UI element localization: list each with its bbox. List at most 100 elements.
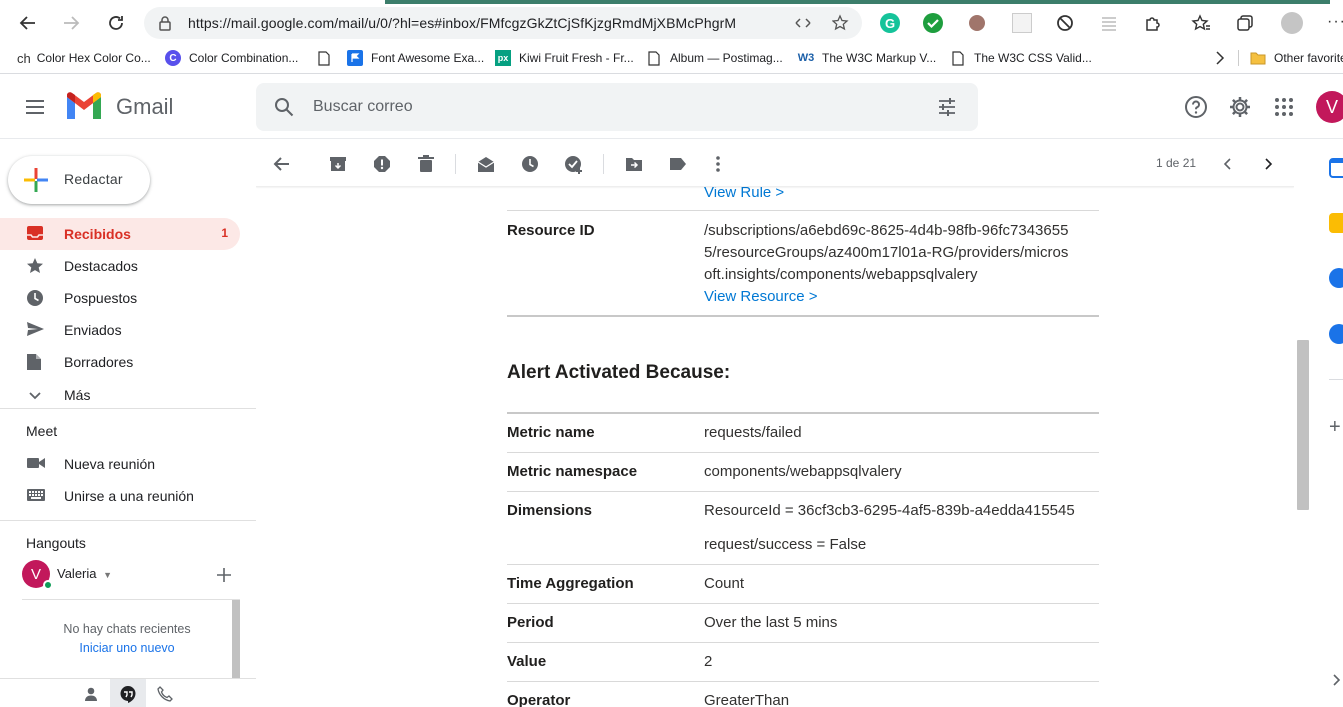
placeholder-extension-icon[interactable]	[1012, 13, 1032, 33]
side-panel-divider	[1329, 379, 1343, 380]
no-chats-text: No hay chats recientes	[63, 622, 191, 636]
meet-join-meeting[interactable]: Unirse a una reunión	[0, 480, 240, 512]
nav-item-drafts[interactable]: Borradores	[0, 346, 240, 378]
gmail-header: Gmail Buscar correo V	[0, 75, 1343, 139]
meet-new-meeting[interactable]: Nueva reunión	[0, 448, 240, 480]
gmail-wordmark[interactable]: Gmail	[116, 94, 173, 120]
profile-icon[interactable]	[1281, 12, 1303, 34]
snooze-clock-icon[interactable]	[518, 152, 542, 176]
blocked-extension-icon[interactable]	[1055, 13, 1075, 33]
online-status-dot	[43, 580, 53, 590]
next-message-icon[interactable]	[1256, 152, 1280, 176]
add-favorite-icon[interactable]	[831, 14, 850, 37]
resource-id-line: oft.insights/components/webappsqlvalery	[704, 266, 978, 283]
resource-id-line: /subscriptions/a6ebd69c-8625-4d4b-98fb-9…	[704, 222, 1069, 239]
mark-unread-icon[interactable]	[474, 152, 498, 176]
chevron-down-icon	[26, 386, 46, 404]
nav-divider	[0, 520, 256, 521]
start-new-chat-link[interactable]: Iniciar uno nuevo	[22, 641, 232, 655]
chat-bubble-icon[interactable]	[118, 684, 138, 704]
move-to-icon[interactable]	[622, 152, 646, 176]
search-bar[interactable]: Buscar correo	[256, 83, 978, 131]
report-spam-icon[interactable]	[370, 152, 394, 176]
main-scrollbar-thumb[interactable]	[1297, 340, 1309, 510]
nav-item-starred[interactable]: Destacados	[0, 250, 240, 282]
document-icon	[950, 50, 966, 66]
bookmark-item[interactable]: Album — Postimag...	[646, 49, 783, 67]
more-actions-icon[interactable]	[706, 152, 730, 176]
reload-icon[interactable]	[101, 8, 131, 38]
star-icon	[26, 257, 46, 275]
nav-item-inbox[interactable]: Recibidos 1	[0, 218, 240, 250]
bookmark-item[interactable]	[316, 49, 340, 67]
search-options-icon[interactable]	[936, 96, 958, 123]
favorites-icon[interactable]	[1191, 13, 1211, 33]
meet-new-label: Nueva reunión	[64, 456, 156, 472]
new-chat-plus-icon[interactable]	[214, 565, 234, 590]
compose-button[interactable]: Redactar	[8, 156, 150, 204]
bookmark-item[interactable]: px Kiwi Fruit Fresh - Fr...	[495, 49, 634, 67]
row-key: Dimensions	[507, 502, 593, 519]
previous-message-icon[interactable]	[1216, 152, 1240, 176]
bookmarks-overflow-icon[interactable]	[1214, 49, 1226, 67]
delete-icon[interactable]	[414, 152, 438, 176]
person-icon[interactable]	[81, 684, 101, 704]
row-key: Time Aggregation	[507, 575, 634, 592]
add-addon-plus-icon[interactable]: +	[1329, 416, 1341, 439]
toolbar-divider	[455, 154, 456, 174]
lock-icon[interactable]	[158, 15, 172, 36]
unread-count: 1	[221, 226, 228, 240]
main-menu-icon[interactable]	[22, 95, 48, 119]
row-value: components/webappsqlvalery	[704, 463, 902, 480]
calendar-icon[interactable]	[1329, 158, 1343, 178]
archive-icon[interactable]	[326, 152, 350, 176]
settings-gear-icon[interactable]	[1228, 95, 1252, 119]
inbox-icon	[26, 225, 46, 243]
reader-view-icon[interactable]	[794, 14, 812, 37]
grammarly-extension-icon[interactable]: G	[880, 13, 900, 33]
nav-label: Borradores	[64, 354, 134, 370]
forward-arrow-icon[interactable]	[56, 8, 86, 38]
apps-grid-icon[interactable]	[1272, 95, 1296, 119]
bookmark-item[interactable]: C Color Combination...	[165, 49, 298, 67]
bookmark-label: Kiwi Fruit Fresh - Fr...	[519, 51, 634, 65]
bookmark-item[interactable]: ch Color Hex Color Co...	[17, 49, 151, 67]
keep-icon[interactable]	[1329, 213, 1343, 233]
bookmark-item[interactable]: The W3C CSS Valid...	[950, 49, 1092, 67]
nav-item-sent[interactable]: Enviados	[0, 314, 240, 346]
coconut-extension-icon[interactable]	[969, 15, 985, 31]
nav-item-snoozed[interactable]: Pospuestos	[0, 282, 240, 314]
tasks-icon[interactable]	[1329, 268, 1343, 288]
document-icon	[646, 50, 662, 66]
gmail-logo-icon[interactable]	[65, 91, 103, 126]
bookmark-item[interactable]: Font Awesome Exa...	[347, 49, 484, 67]
collections-icon[interactable]	[1235, 13, 1255, 33]
other-favorites-folder[interactable]: Other favorite	[1250, 49, 1343, 67]
account-avatar[interactable]: V	[1316, 91, 1343, 123]
add-to-tasks-icon[interactable]	[562, 152, 586, 176]
nav-label: Pospuestos	[64, 290, 138, 306]
other-favorites-label: Other favorite	[1274, 51, 1343, 65]
view-resource-link[interactable]: View Resource >	[704, 286, 1099, 308]
address-bar[interactable]: https://mail.google.com/mail/u/0/?hl=es#…	[144, 7, 862, 39]
help-icon[interactable]	[1184, 95, 1208, 119]
expand-panel-icon[interactable]	[1331, 673, 1341, 692]
back-to-inbox-icon[interactable]	[270, 152, 294, 176]
label-icon[interactable]	[666, 152, 690, 176]
chat-scrollbar[interactable]	[232, 600, 240, 678]
nav-item-more[interactable]: Más	[0, 379, 240, 411]
phone-icon[interactable]	[155, 684, 175, 704]
nav-label: Destacados	[64, 258, 138, 274]
address-url[interactable]: https://mail.google.com/mail/u/0/?hl=es#…	[188, 15, 736, 31]
search-input[interactable]: Buscar correo	[313, 98, 413, 116]
px-favicon-icon: px	[495, 50, 511, 66]
bookmark-item[interactable]: W3 The W3C Markup V...	[798, 49, 937, 67]
more-options-icon[interactable]: ···	[1327, 13, 1343, 33]
search-icon[interactable]	[273, 96, 295, 123]
extensions-puzzle-icon[interactable]	[1143, 13, 1163, 33]
list-extension-icon[interactable]	[1099, 13, 1119, 33]
alert-heading: Alert Activated Because:	[507, 362, 731, 383]
back-arrow-icon[interactable]	[13, 8, 43, 38]
contacts-icon[interactable]	[1329, 324, 1343, 344]
check-extension-icon[interactable]	[923, 13, 943, 33]
